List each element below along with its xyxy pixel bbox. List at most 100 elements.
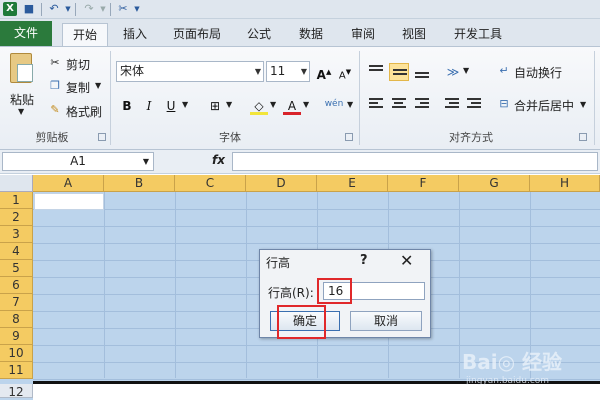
chevron-down-icon[interactable]: ▼ <box>143 153 149 170</box>
column-header-g[interactable]: G <box>459 175 530 192</box>
orientation-dropdown-icon[interactable]: ▼ <box>463 66 469 75</box>
phonetic-dropdown-icon[interactable]: ▼ <box>347 100 353 109</box>
paste-button[interactable]: 粘贴 <box>10 91 34 108</box>
tab-insert[interactable]: 插入 <box>114 23 156 46</box>
insert-function-icon[interactable]: fx <box>212 153 225 167</box>
column-gridline <box>246 192 247 378</box>
font-group-label: 字体 <box>219 131 241 144</box>
save-icon[interactable]: ■ <box>22 2 36 16</box>
paste-icon[interactable] <box>10 53 33 83</box>
redo-dropdown-icon[interactable]: ▼ <box>96 2 110 16</box>
row-header-6[interactable]: 6 <box>0 277 33 294</box>
align-bottom-button[interactable] <box>412 63 432 81</box>
cut-icon: ✂ <box>50 56 60 69</box>
tab-page-layout[interactable]: 页面布局 <box>164 23 230 46</box>
close-icon[interactable]: ✕ <box>400 251 413 270</box>
font-color-dropdown-icon[interactable]: ▼ <box>303 100 309 109</box>
column-header-c[interactable]: C <box>175 175 246 192</box>
column-gridline <box>459 192 460 378</box>
ribbon-tabs: 文件 开始 插入 页面布局 公式 数据 审阅 视图 开发工具 <box>0 19 600 46</box>
annotation-highlight-ok <box>277 305 326 339</box>
row-header-12[interactable]: 12 <box>0 384 33 399</box>
paste-dropdown-icon[interactable]: ▼ <box>18 107 24 116</box>
watermark-text: Bai◎ 经验 <box>462 350 563 374</box>
fill-color-dropdown-icon[interactable]: ▼ <box>270 100 276 109</box>
customize-icon[interactable]: ✂ <box>116 2 130 16</box>
border-dropdown-icon[interactable]: ▼ <box>226 100 232 109</box>
row-header-1[interactable]: 1 <box>0 192 33 209</box>
fill-color-icon[interactable]: ◇ <box>250 97 268 115</box>
column-header-b[interactable]: B <box>104 175 175 192</box>
quick-access-toolbar: X ■ ↶ ▼ ↷ ▼ ✂ ▼ <box>0 0 600 19</box>
format-painter-button[interactable]: 格式刷 <box>66 103 102 120</box>
row-header-8[interactable]: 8 <box>0 311 33 328</box>
bold-button[interactable]: B <box>118 97 136 115</box>
column-header-e[interactable]: E <box>317 175 388 192</box>
align-top-button[interactable] <box>366 63 386 81</box>
name-box[interactable]: A1 ▼ <box>2 152 154 171</box>
clipboard-launcher-icon[interactable] <box>98 133 106 141</box>
tab-formulas[interactable]: 公式 <box>238 23 280 46</box>
row-header-7[interactable]: 7 <box>0 294 33 311</box>
tab-home[interactable]: 开始 <box>62 23 108 46</box>
active-cell[interactable] <box>34 193 104 210</box>
column-header-a[interactable]: A <box>33 175 104 192</box>
decrease-indent-button[interactable] <box>442 95 462 113</box>
increase-indent-button[interactable] <box>464 95 484 113</box>
column-gridline <box>104 192 105 378</box>
row-height-label: 行高(R): <box>268 286 314 300</box>
merge-dropdown-icon[interactable]: ▼ <box>580 100 586 109</box>
clipboard-group-label: 剪贴板 <box>35 131 69 144</box>
chevron-down-icon: ▼ <box>254 67 261 76</box>
underline-dropdown-icon[interactable]: ▼ <box>182 100 188 109</box>
copy-button[interactable]: 复制 <box>66 79 90 96</box>
merge-center-button[interactable]: 合并后居中 <box>514 97 574 114</box>
copy-dropdown-icon[interactable]: ▼ <box>95 81 101 90</box>
row-header-3[interactable]: 3 <box>0 226 33 243</box>
row-header-9[interactable]: 9 <box>0 328 33 345</box>
italic-button[interactable]: I <box>140 97 158 115</box>
tab-view[interactable]: 视图 <box>393 23 435 46</box>
cut-button[interactable]: 剪切 <box>66 56 90 73</box>
customize-dropdown-icon[interactable]: ▼ <box>130 2 144 16</box>
alignment-launcher-icon[interactable] <box>579 133 587 141</box>
align-right-button[interactable] <box>412 95 432 113</box>
border-icon[interactable]: ⊞ <box>206 97 224 115</box>
excel-logo-icon: X <box>3 2 17 16</box>
row-gridline <box>33 226 600 227</box>
font-color-icon[interactable]: A <box>283 97 301 115</box>
tab-review[interactable]: 审阅 <box>342 23 384 46</box>
format-painter-icon: ✎ <box>50 103 60 116</box>
wrap-text-button[interactable]: 自动换行 <box>514 64 562 81</box>
undo-dropdown-icon[interactable]: ▼ <box>61 2 75 16</box>
cancel-button[interactable]: 取消 <box>350 311 422 331</box>
row-header-2[interactable]: 2 <box>0 209 33 226</box>
select-all-corner[interactable] <box>0 175 33 192</box>
redo-icon[interactable]: ↷ <box>82 2 96 16</box>
tab-file[interactable]: 文件 <box>0 21 52 46</box>
tab-developer[interactable]: 开发工具 <box>445 23 511 46</box>
row-header-10[interactable]: 10 <box>0 345 33 362</box>
grow-font-icon[interactable]: A▲ <box>315 63 333 82</box>
align-middle-button[interactable] <box>389 63 409 81</box>
row-header-11[interactable]: 11 <box>0 362 33 379</box>
align-left-button[interactable] <box>366 95 386 113</box>
row-header-4[interactable]: 4 <box>0 243 33 260</box>
shrink-font-icon[interactable]: A▼ <box>336 63 354 81</box>
column-header-d[interactable]: D <box>246 175 317 192</box>
orientation-icon[interactable]: ≫ <box>444 63 462 81</box>
font-launcher-icon[interactable] <box>345 133 353 141</box>
column-header-f[interactable]: F <box>388 175 459 192</box>
phonetic-icon[interactable]: wén <box>322 95 346 113</box>
dialog-title: 行高 <box>266 256 291 270</box>
formula-input[interactable] <box>232 152 598 171</box>
underline-button[interactable]: U <box>162 97 180 115</box>
row-header-5[interactable]: 5 <box>0 260 33 277</box>
font-size-select[interactable]: 11 ▼ <box>266 61 310 82</box>
undo-icon[interactable]: ↶ <box>47 2 61 16</box>
column-header-h[interactable]: H <box>530 175 600 192</box>
help-icon[interactable]: ? <box>360 253 368 268</box>
align-center-button[interactable] <box>389 95 409 113</box>
font-name-select[interactable]: 宋体 ▼ <box>116 61 264 82</box>
tab-data[interactable]: 数据 <box>290 23 332 46</box>
